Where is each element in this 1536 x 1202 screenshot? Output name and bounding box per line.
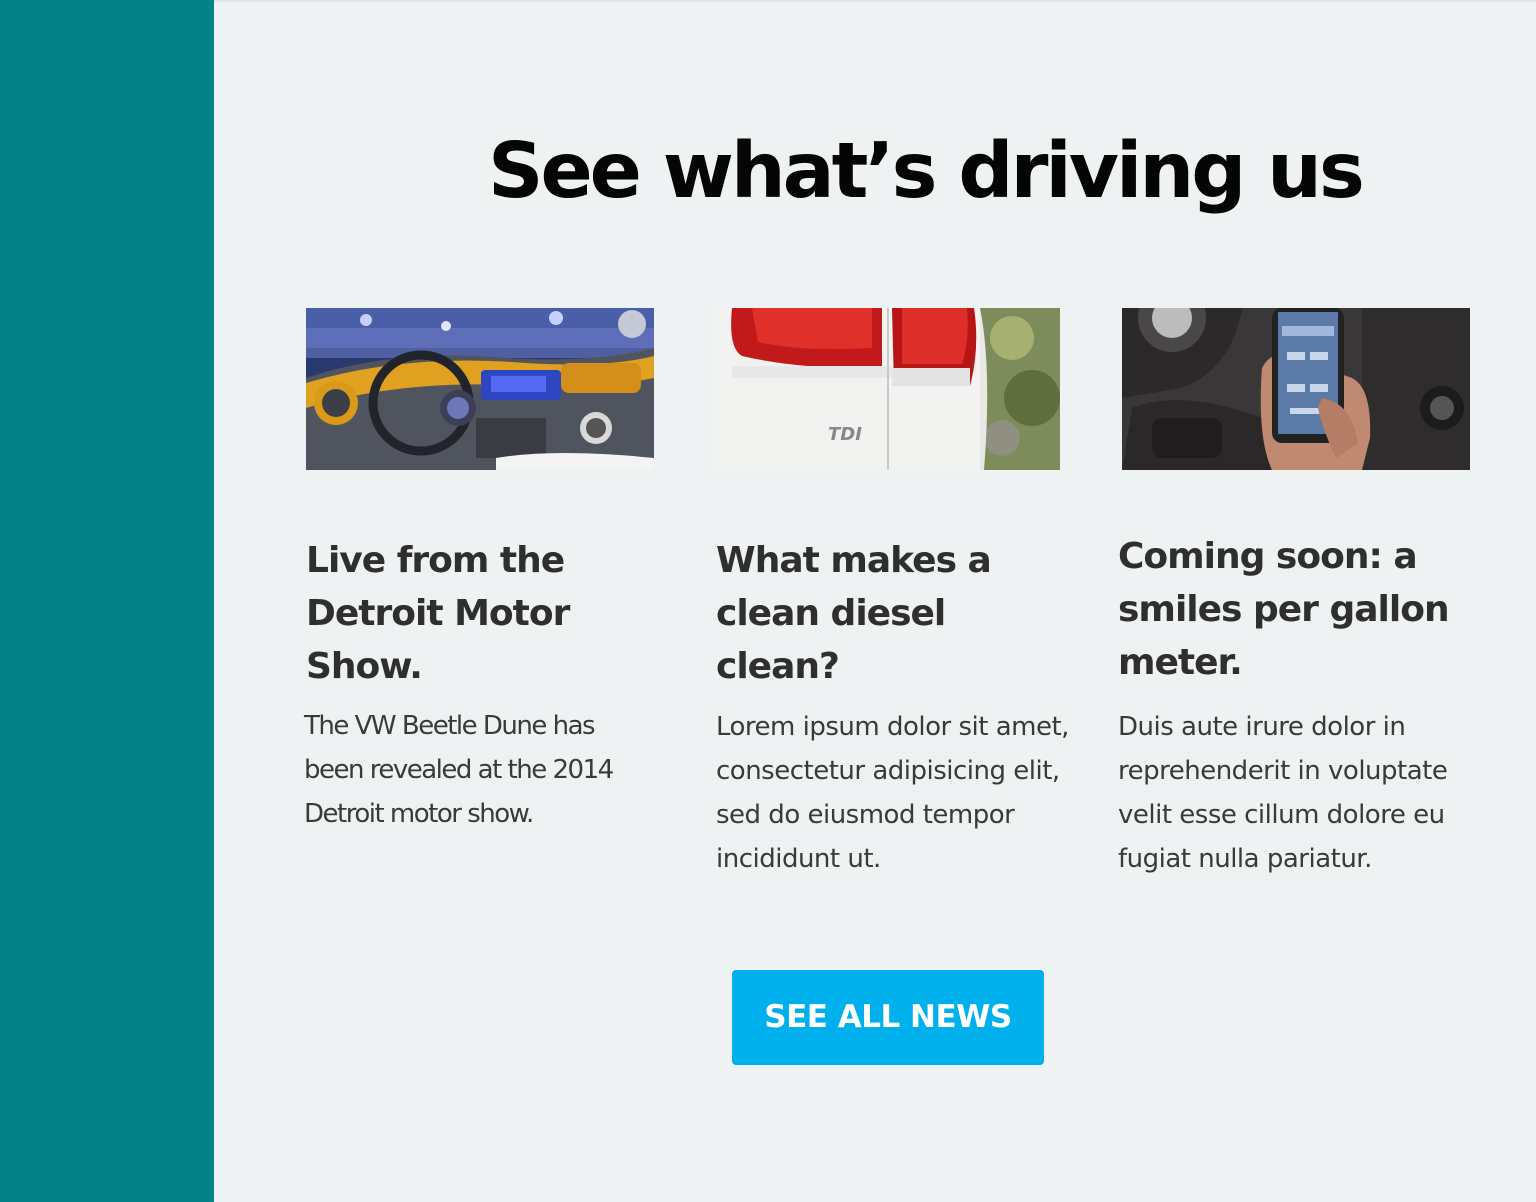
title-line: Show. [306, 646, 423, 687]
body-line: The VW Beetle Dune has [304, 711, 596, 741]
news-card-title[interactable]: What makes a clean diesel clean? [716, 534, 1076, 693]
title-line: clean? [716, 646, 840, 687]
news-card-body: The VW Beetle Dune has been revealed at … [304, 704, 664, 836]
body-line: been revealed at the 2014 [304, 755, 614, 785]
car-dashboard-image[interactable] [306, 308, 654, 470]
left-sidebar [0, 0, 214, 1202]
section-headline: See what’s driving us [488, 127, 1365, 216]
title-line: Coming soon: a [1118, 536, 1418, 577]
see-all-news-button[interactable]: SEE ALL NEWS [732, 970, 1044, 1065]
body-line: velit esse cillum dolore eu [1118, 800, 1445, 830]
title-line: Live from the [306, 540, 565, 581]
tail-light-tdi-image[interactable]: TDI [712, 308, 1060, 470]
news-card-body: Duis aute irure dolor in reprehenderit i… [1118, 705, 1478, 881]
title-line: meter. [1118, 642, 1243, 683]
svg-text:TDI: TDI [828, 424, 862, 445]
news-section: See what’s driving us Live from the Detr… [214, 0, 1536, 1202]
body-line: consectetur adipisicing elit, [716, 756, 1060, 786]
body-line: reprehenderit in voluptate [1118, 756, 1448, 786]
body-line: sed do eiusmod tempor [716, 800, 1015, 830]
phone-in-car-image[interactable] [1122, 308, 1470, 470]
body-line: Detroit motor show. [304, 799, 534, 829]
body-line: fugiat nulla pariatur. [1118, 844, 1372, 874]
title-line: clean diesel [716, 593, 946, 634]
news-card-body: Lorem ipsum dolor sit amet, consectetur … [716, 705, 1076, 881]
body-line: Duis aute irure dolor in [1118, 712, 1406, 742]
body-line: incididunt ut. [716, 844, 881, 874]
title-line: smiles per gallon [1118, 589, 1450, 630]
news-card-title[interactable]: Live from the Detroit Motor Show. [306, 534, 666, 693]
body-line: Lorem ipsum dolor sit amet, [716, 712, 1069, 742]
title-line: What makes a [716, 540, 992, 581]
title-line: Detroit Motor [306, 593, 570, 634]
news-card-title[interactable]: Coming soon: a smiles per gallon meter. [1118, 530, 1478, 689]
